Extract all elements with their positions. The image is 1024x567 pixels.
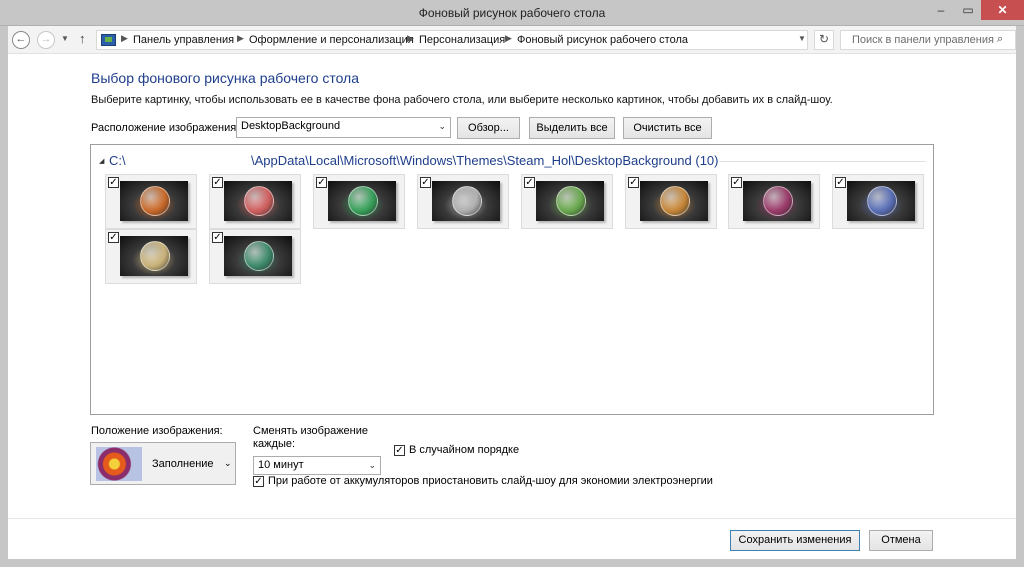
wallpaper-thumbnail[interactable]: ✓ bbox=[209, 174, 301, 229]
chevron-down-icon: ⌄ bbox=[438, 121, 446, 131]
wallpaper-thumbnail[interactable]: ✓ bbox=[521, 174, 613, 229]
wallpaper-thumbnail[interactable]: ✓ bbox=[313, 174, 405, 229]
chevron-down-icon: ⌄ bbox=[224, 458, 232, 468]
clear-all-button[interactable]: Очистить все bbox=[623, 117, 712, 139]
shuffle-checkbox[interactable]: ✓ bbox=[394, 445, 405, 456]
snow-globe-image bbox=[556, 186, 586, 216]
window-border-right bbox=[1016, 26, 1024, 567]
thumbnail-checkbox[interactable]: ✓ bbox=[108, 232, 119, 243]
thumbnail-checkbox[interactable]: ✓ bbox=[212, 232, 223, 243]
position-label: Положение изображения: bbox=[91, 425, 223, 437]
page-title: Выбор фонового рисунка рабочего стола bbox=[91, 70, 360, 86]
snow-globe-image bbox=[244, 186, 274, 216]
breadcrumb-desktop-background[interactable]: Фоновый рисунок рабочего стола bbox=[517, 34, 688, 46]
breadcrumb-control-panel[interactable]: Панель управления bbox=[133, 34, 234, 46]
address-bar[interactable]: ▶ Панель управления ▶ Оформление и персо… bbox=[96, 30, 808, 50]
location-value: DesktopBackground bbox=[241, 120, 341, 132]
interval-select[interactable]: 10 минут ⌄ bbox=[253, 456, 381, 475]
window-title: Фоновый рисунок рабочего стола bbox=[418, 6, 606, 20]
wallpaper-thumbnail[interactable]: ✓ bbox=[417, 174, 509, 229]
thumbnail-checkbox[interactable]: ✓ bbox=[524, 177, 535, 188]
interval-label: Сменять изображение каждые: bbox=[253, 425, 369, 450]
chevron-down-icon: ⌄ bbox=[368, 460, 376, 470]
save-button[interactable]: Сохранить изменения bbox=[730, 530, 860, 551]
location-label: Расположение изображения: bbox=[91, 122, 240, 134]
breadcrumb-separator-icon[interactable]: ▶ bbox=[505, 33, 512, 44]
select-all-button[interactable]: Выделить все bbox=[529, 117, 615, 139]
wallpaper-image bbox=[120, 181, 188, 221]
forward-button[interactable]: → bbox=[37, 31, 55, 49]
wallpaper-thumbnail[interactable]: ✓ bbox=[832, 174, 924, 229]
recent-locations-icon[interactable]: ▼ bbox=[61, 34, 69, 43]
breadcrumb-personalization[interactable]: Персонализация bbox=[419, 34, 505, 46]
thumbnail-checkbox[interactable]: ✓ bbox=[212, 177, 223, 188]
window-border-left bbox=[0, 26, 8, 567]
wallpaper-image bbox=[432, 181, 500, 221]
wallpaper-image bbox=[224, 181, 292, 221]
snow-globe-image bbox=[660, 186, 690, 216]
thumbnail-checkbox[interactable]: ✓ bbox=[731, 177, 742, 188]
wallpaper-image bbox=[640, 181, 708, 221]
address-dropdown-icon[interactable]: ▼ bbox=[798, 34, 806, 43]
snow-globe-image bbox=[452, 186, 482, 216]
thumbnail-checkbox[interactable]: ✓ bbox=[316, 177, 327, 188]
breadcrumb-separator-icon[interactable]: ▶ bbox=[237, 33, 244, 44]
position-select[interactable]: Заполнение ⌄ bbox=[90, 442, 236, 485]
collapse-group-icon[interactable]: ◢ bbox=[99, 157, 104, 165]
snow-globe-image bbox=[763, 186, 793, 216]
wallpaper-image bbox=[224, 236, 292, 276]
thumbnail-checkbox[interactable]: ✓ bbox=[108, 177, 119, 188]
wallpaper-image bbox=[120, 236, 188, 276]
shuffle-label[interactable]: В случайном порядке bbox=[409, 444, 519, 456]
page-description: Выберите картинку, чтобы использовать ее… bbox=[91, 94, 833, 106]
refresh-button[interactable]: ↻ bbox=[814, 30, 834, 50]
search-input[interactable] bbox=[840, 30, 1016, 50]
window-border-bottom bbox=[0, 559, 1024, 567]
title-bar: Фоновый рисунок рабочего стола – ▭ ✕ bbox=[0, 0, 1024, 26]
wallpaper-thumbnail[interactable]: ✓ bbox=[209, 229, 301, 284]
location-select[interactable]: DesktopBackground ⌄ bbox=[236, 117, 451, 138]
maximize-button[interactable]: ▭ bbox=[955, 0, 981, 20]
wallpaper-image bbox=[328, 181, 396, 221]
group-path-label: \AppData\Local\Microsoft\Windows\Themes\… bbox=[251, 153, 719, 168]
thumbnail-checkbox[interactable]: ✓ bbox=[420, 177, 431, 188]
breadcrumb-appearance[interactable]: Оформление и персонализация bbox=[249, 34, 414, 46]
breadcrumb-separator-icon[interactable]: ▶ bbox=[121, 33, 128, 44]
snow-globe-image bbox=[348, 186, 378, 216]
browse-button[interactable]: Обзор... bbox=[457, 117, 520, 139]
wallpaper-thumbnail[interactable]: ✓ bbox=[728, 174, 820, 229]
back-button[interactable]: ← bbox=[12, 31, 30, 49]
footer-divider bbox=[8, 518, 1016, 519]
snow-globe-image bbox=[140, 241, 170, 271]
close-button[interactable]: ✕ bbox=[981, 0, 1024, 20]
minimize-button[interactable]: – bbox=[928, 0, 954, 20]
snow-globe-image bbox=[867, 186, 897, 216]
up-icon[interactable]: ↑ bbox=[79, 31, 86, 46]
wallpaper-image bbox=[847, 181, 915, 221]
image-gallery[interactable]: ◢ C:\ \AppData\Local\Microsoft\Windows\T… bbox=[90, 144, 934, 415]
snow-globe-image bbox=[244, 241, 274, 271]
snow-globe-image bbox=[140, 186, 170, 216]
position-preview-image bbox=[96, 447, 142, 481]
navigation-bar: ← → ▼ ↑ ▶ Панель управления ▶ Оформление… bbox=[8, 26, 1016, 54]
wallpaper-thumbnail[interactable]: ✓ bbox=[625, 174, 717, 229]
group-divider bbox=[719, 161, 926, 162]
battery-label[interactable]: При работе от аккумуляторов приостановит… bbox=[268, 475, 713, 487]
breadcrumb-separator-icon[interactable]: ▶ bbox=[407, 33, 414, 44]
cancel-button[interactable]: Отмена bbox=[869, 530, 933, 551]
wallpaper-thumbnail[interactable]: ✓ bbox=[105, 229, 197, 284]
wallpaper-image bbox=[536, 181, 604, 221]
wallpaper-image bbox=[743, 181, 811, 221]
position-value: Заполнение bbox=[152, 458, 214, 470]
thumbnail-checkbox[interactable]: ✓ bbox=[835, 177, 846, 188]
control-panel-icon bbox=[101, 34, 116, 46]
search-icon[interactable]: ⌕ bbox=[997, 33, 1003, 46]
interval-value: 10 минут bbox=[258, 459, 304, 471]
wallpaper-thumbnail[interactable]: ✓ bbox=[105, 174, 197, 229]
group-drive-label: C:\ bbox=[109, 153, 126, 168]
battery-checkbox[interactable]: ✓ bbox=[253, 476, 264, 487]
thumbnail-checkbox[interactable]: ✓ bbox=[628, 177, 639, 188]
